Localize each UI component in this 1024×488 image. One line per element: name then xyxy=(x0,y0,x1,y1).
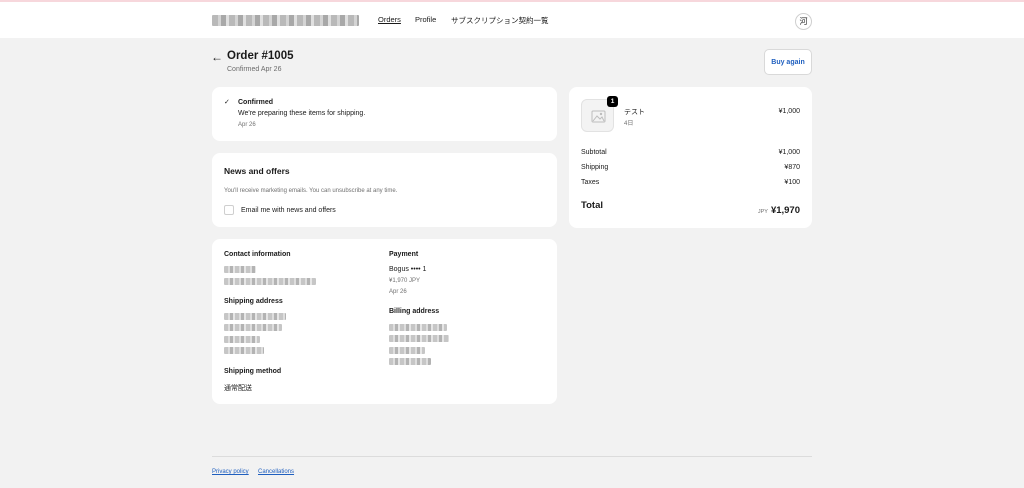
shipping-value: ¥870 xyxy=(784,164,800,171)
order-details-card: Contact information Shipping address Shi… xyxy=(212,239,557,404)
contact-information-title: Contact information xyxy=(224,251,291,258)
redacted-billing-line xyxy=(389,335,449,342)
taxes-value: ¥100 xyxy=(784,179,800,186)
shipping-method-title: Shipping method xyxy=(224,368,282,375)
redacted-billing-line xyxy=(389,347,425,354)
store-logo[interactable] xyxy=(212,15,359,26)
status-card: ✓ Confirmed We're preparing these items … xyxy=(212,87,557,141)
subtotal-value: ¥1,000 xyxy=(778,149,800,156)
billing-address-title: Billing address xyxy=(389,308,440,315)
shipping-address-title: Shipping address xyxy=(224,298,283,305)
check-icon: ✓ xyxy=(224,99,230,106)
email-news-label[interactable]: Email me with news and offers xyxy=(241,207,336,214)
subtotal-label: Subtotal xyxy=(581,149,607,156)
news-description: You'll receive marketing emails. You can… xyxy=(224,188,398,194)
order-confirmed-date: Confirmed Apr 26 xyxy=(227,66,282,73)
redacted-shipping-line xyxy=(224,324,282,331)
cancellations-link[interactable]: Cancellations xyxy=(258,469,294,475)
total-value: ¥1,970 xyxy=(770,205,800,216)
product-variant: 4日 xyxy=(624,121,634,127)
redacted-contact-name xyxy=(224,266,256,273)
nav-profile[interactable]: Profile xyxy=(415,15,436,24)
status-date: Apr 26 xyxy=(238,122,256,128)
redacted-contact-email xyxy=(224,278,316,285)
news-card: News and offers You'll receive marketing… xyxy=(212,153,557,227)
taxes-label: Taxes xyxy=(581,179,600,186)
news-title: News and offers xyxy=(224,166,290,176)
product-price: ¥1,000 xyxy=(778,108,800,115)
quantity-badge: 1 xyxy=(607,96,618,107)
back-arrow-icon[interactable]: ← xyxy=(211,50,223,64)
redacted-billing-line xyxy=(389,358,431,365)
header: Orders Profile サブスクリプション契約一覧 河 xyxy=(0,2,1024,38)
redacted-shipping-line xyxy=(224,313,286,320)
footer-divider xyxy=(212,456,812,457)
privacy-policy-link[interactable]: Privacy policy xyxy=(212,469,249,475)
payment-date: Apr 26 xyxy=(389,289,407,295)
order-summary-card: 1 テスト 4日 ¥1,000 Subtotal ¥1,000 Shipping… xyxy=(569,87,812,228)
shipping-method-value: 通常配送 xyxy=(224,385,252,392)
nav-subscriptions[interactable]: サブスクリプション契約一覧 xyxy=(451,15,549,26)
redacted-billing-line xyxy=(389,324,447,331)
total-row: JPY ¥1,970 xyxy=(758,200,800,218)
nav-orders[interactable]: Orders xyxy=(378,15,401,24)
status-message: We're preparing these items for shipping… xyxy=(238,110,366,117)
payment-method: Bogus •••• 1 xyxy=(389,266,427,273)
redacted-shipping-line xyxy=(224,347,264,354)
buy-again-button[interactable]: Buy again xyxy=(764,49,812,75)
total-label: Total xyxy=(581,200,603,211)
status-title: Confirmed xyxy=(238,99,273,106)
payment-amount: ¥1,970 JPY xyxy=(389,278,421,284)
shipping-label: Shipping xyxy=(581,164,609,171)
product-name: テスト xyxy=(624,109,645,116)
email-news-checkbox[interactable] xyxy=(224,205,234,215)
payment-title: Payment xyxy=(389,251,419,258)
redacted-shipping-line xyxy=(224,336,260,343)
avatar[interactable]: 河 xyxy=(795,13,812,30)
currency-code: JPY xyxy=(757,209,768,215)
page-title: Order #1005 xyxy=(227,50,294,62)
